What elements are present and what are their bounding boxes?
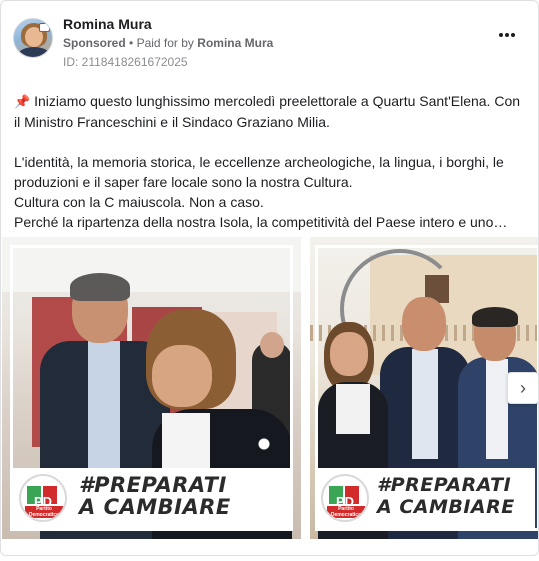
text-line-4: produzioni e il saper fare locale sono l… [14, 174, 353, 190]
party-badge-icon [39, 23, 50, 32]
text-line-1: 📌 Iniziamo questo lunghissimo mercoledì … [14, 91, 528, 112]
sponsored-post-card: Romina Mura Sponsored • Paid for by Romi… [0, 0, 539, 556]
text-line-6: Perché la ripartenza della nostra Isola,… [14, 214, 508, 230]
slogan-line-1: #PREPARATI [377, 474, 512, 496]
more-options-icon[interactable] [496, 27, 518, 43]
slogan-line-2: A CAMBIARE [79, 495, 231, 519]
campaign-slogan: #PREPARATI A CAMBIARE [377, 474, 515, 518]
text-line-5: Cultura con la C maiuscola. Non a caso. [14, 194, 264, 210]
text-line-3: L'identità, la memoria storica, le eccel… [14, 154, 504, 170]
slogan-line-2: A CAMBIARE [377, 496, 515, 518]
campaign-banner: PD Partito Democratico #PREPARATI A CAMB… [13, 468, 290, 528]
image-carousel: PD Partito Democratico #PREPARATI A CAMB… [1, 237, 538, 539]
post-text: 📌 Iniziamo questo lunghissimo mercoledì … [14, 91, 528, 232]
ad-id: ID: 2118418261672025 [63, 55, 188, 69]
carousel-slide-2[interactable]: PD Partito Democratico #PREPARATI A CAMB… [310, 237, 538, 539]
paid-for-by-name[interactable]: Romina Mura [197, 36, 273, 50]
campaign-slogan: #PREPARATI A CAMBIARE [79, 474, 231, 518]
post-header: Romina Mura Sponsored • Paid for by Romi… [13, 15, 526, 71]
paid-for-by-label: Paid for by [136, 36, 194, 50]
author-avatar[interactable] [13, 18, 53, 58]
pd-logo-icon: PD Partito Democratico [19, 474, 67, 522]
carousel-next-button[interactable]: › [507, 372, 538, 404]
pd-logo-icon: PD Partito Democratico [321, 474, 369, 522]
chevron-right-icon: › [520, 378, 526, 398]
sponsored-label: Sponsored [63, 36, 126, 50]
pushpin-icon: 📌 [14, 94, 31, 109]
carousel-slide-1[interactable]: PD Partito Democratico #PREPARATI A CAMB… [2, 237, 301, 539]
slogan-line-1: #PREPARATI [79, 473, 227, 497]
author-name[interactable]: Romina Mura [63, 16, 152, 32]
text-line-2: il Ministro Franceschini e il Sindaco Gr… [14, 114, 330, 130]
sponsored-line: Sponsored • Paid for by Romina Mura [63, 36, 273, 50]
text-line-1-content: Iniziamo questo lunghissimo mercoledì pr… [34, 93, 521, 109]
separator-dot: • [129, 36, 134, 50]
campaign-banner: PD Partito Democratico #PREPARATI A CAMB… [315, 468, 535, 528]
